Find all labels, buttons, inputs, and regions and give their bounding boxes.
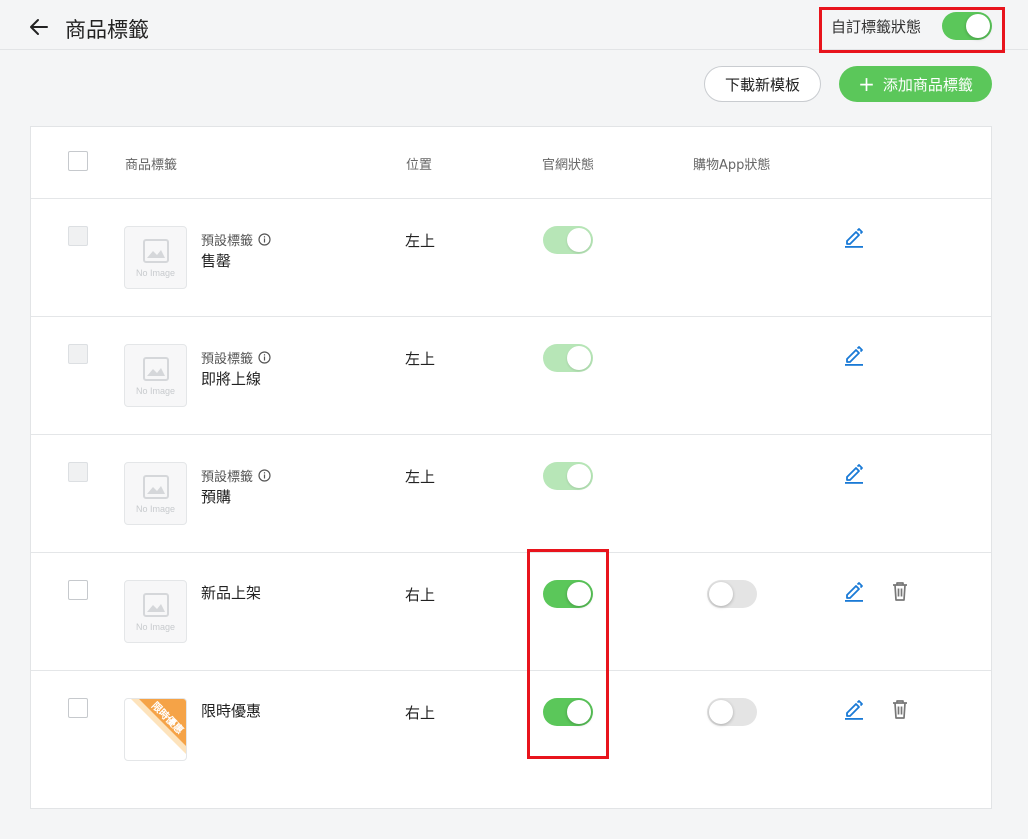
tag-name: 預購 xyxy=(201,488,232,506)
page-title: 商品標籤 xyxy=(65,18,149,42)
toggle-knob xyxy=(567,346,591,370)
column-header-app-status: 購物App狀態 xyxy=(693,158,771,173)
table-row: 限時優惠 限時優惠 右上 xyxy=(31,670,991,788)
column-header-web-status: 官網狀態 xyxy=(542,158,595,173)
info-icon[interactable] xyxy=(258,233,271,246)
edit-pencil-icon[interactable] xyxy=(843,698,865,720)
tag-badge-thumbnail: 限時優惠 xyxy=(124,698,187,761)
plus-icon: + xyxy=(858,72,875,96)
select-all-checkbox[interactable] xyxy=(68,151,88,171)
tag-position: 右上 xyxy=(405,586,436,604)
default-tag-label: 預設標籤 xyxy=(201,348,271,367)
default-tag-label: 預設標籤 xyxy=(201,466,271,485)
tag-position: 左上 xyxy=(405,468,436,486)
web-status-toggle xyxy=(543,344,593,372)
table-row: No Image 預設標籤 售罄 左上 xyxy=(31,198,991,316)
tag-name: 售罄 xyxy=(201,252,232,270)
toggle-knob xyxy=(709,700,733,724)
row-checkbox[interactable] xyxy=(68,698,88,718)
info-icon[interactable] xyxy=(258,351,271,364)
row-checkbox[interactable] xyxy=(68,580,88,600)
no-image-text: No Image xyxy=(135,268,176,278)
image-placeholder-icon xyxy=(143,475,169,499)
download-template-button[interactable]: 下載新模板 xyxy=(704,66,821,102)
no-image-text: No Image xyxy=(135,504,176,514)
web-status-toggle xyxy=(543,226,593,254)
no-image-text: No Image xyxy=(135,622,176,632)
edit-pencil-icon[interactable] xyxy=(843,344,865,366)
no-image-thumbnail: No Image xyxy=(124,226,187,289)
no-image-thumbnail: No Image xyxy=(124,344,187,407)
edit-pencil-icon[interactable] xyxy=(843,462,865,484)
row-checkbox xyxy=(68,344,88,364)
default-tag-text: 預設標籤 xyxy=(201,234,254,249)
image-placeholder-icon xyxy=(143,357,169,381)
no-image-text: No Image xyxy=(135,386,176,396)
custom-status-label: 自訂標籤狀態 xyxy=(831,18,922,36)
toggle-knob xyxy=(567,228,591,252)
toggle-knob xyxy=(709,582,733,606)
tag-position: 左上 xyxy=(405,350,436,368)
tag-name: 新品上架 xyxy=(201,584,262,602)
row-checkbox xyxy=(68,462,88,482)
tag-name: 即將上線 xyxy=(201,370,262,388)
default-tag-text: 預設標籤 xyxy=(201,352,254,367)
custom-status-toggle[interactable] xyxy=(942,12,992,40)
table-row: No Image 新品上架 右上 xyxy=(31,552,991,670)
image-placeholder-icon xyxy=(143,239,169,263)
tag-position: 右上 xyxy=(405,704,436,722)
column-header-position: 位置 xyxy=(406,158,433,173)
page-header: 商品標籤 自訂標籤狀態 xyxy=(0,0,1028,53)
table-row: No Image 預設標籤 預購 左上 xyxy=(31,434,991,552)
row-checkbox xyxy=(68,226,88,246)
download-template-label: 下載新模板 xyxy=(724,75,800,94)
toggle-knob xyxy=(966,14,990,38)
app-status-toggle[interactable] xyxy=(707,580,757,608)
image-placeholder-icon xyxy=(143,593,169,617)
no-image-thumbnail: No Image xyxy=(124,462,187,525)
arrow-left-icon[interactable] xyxy=(28,16,50,38)
tag-table: 商品標籤 位置 官網狀態 購物App狀態 No Image 預設標籤 售罄 左上 xyxy=(30,126,992,809)
add-tag-label: 添加商品標籤 xyxy=(882,75,973,94)
edit-pencil-icon[interactable] xyxy=(843,226,865,248)
trash-icon[interactable] xyxy=(889,580,911,602)
add-tag-button[interactable]: + 添加商品標籤 xyxy=(839,66,992,102)
tag-position: 左上 xyxy=(405,232,436,250)
toggle-knob xyxy=(567,464,591,488)
table-row: No Image 預設標籤 即將上線 左上 xyxy=(31,316,991,434)
tag-name: 限時優惠 xyxy=(201,702,262,720)
web-status-toggle xyxy=(543,462,593,490)
edit-pencil-icon[interactable] xyxy=(843,580,865,602)
no-image-thumbnail: No Image xyxy=(124,580,187,643)
column-header-tag: 商品標籤 xyxy=(125,158,178,173)
default-tag-label: 預設標籤 xyxy=(201,230,271,249)
info-icon[interactable] xyxy=(258,469,271,482)
app-status-toggle[interactable] xyxy=(707,698,757,726)
trash-icon[interactable] xyxy=(889,698,911,720)
highlight-box-web-status xyxy=(527,549,609,759)
default-tag-text: 預設標籤 xyxy=(201,470,254,485)
